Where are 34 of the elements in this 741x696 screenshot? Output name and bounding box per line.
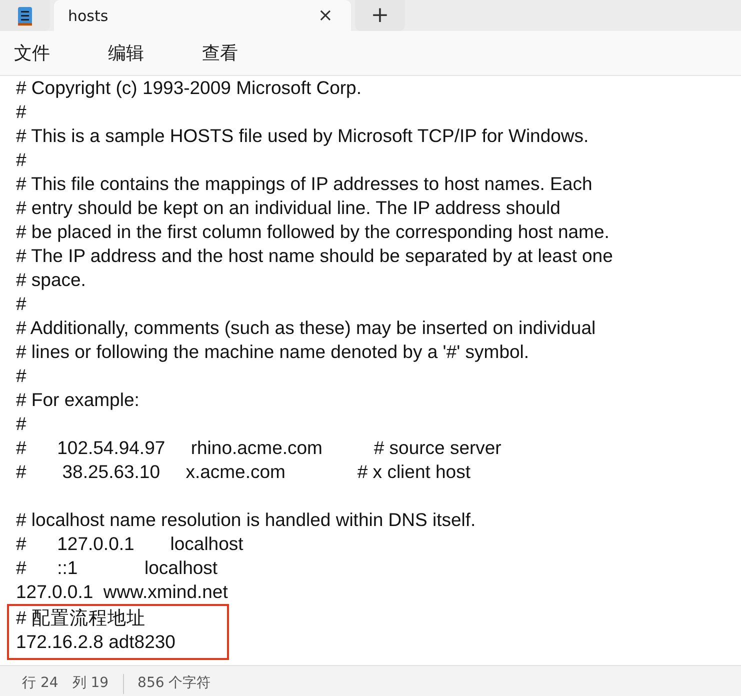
text-line: # The IP address and the host name should be separated by at least one — [16, 245, 613, 266]
text-line: # 38.25.63.10 x.acme.com # x client host — [16, 461, 470, 482]
text-line: # lines or following the machine name denoted by a '#' symbol. — [16, 341, 530, 362]
line-number: 行 24 — [22, 674, 58, 692]
tab-title: hosts — [68, 6, 110, 24]
text-line: # — [16, 413, 26, 434]
text-line: # 127.0.0.1 localhost — [16, 533, 244, 554]
text-line: # — [16, 149, 26, 170]
column-number: 列 19 — [72, 674, 109, 692]
new-tab-button[interactable]: + — [355, 0, 405, 31]
menu-item[interactable]: 文件 — [12, 41, 60, 65]
close-tab-button[interactable]: × — [314, 5, 337, 26]
text-line: 172.16.2.8 adt8230 — [16, 631, 176, 652]
text-line: # 配置流程地址 — [16, 607, 146, 628]
file-tab[interactable]: hosts × — [54, 0, 351, 31]
text-line: # entry should be kept on an individual line. The IP address should — [16, 197, 560, 218]
notepad-icon — [17, 6, 33, 26]
text-line: # be placed in the first column followed by the corresponding host name. — [16, 221, 610, 242]
text-line: # — [16, 101, 26, 122]
text-line: # This is a sample HOSTS file used by Microsoft TCP/IP for Windows. — [16, 125, 589, 146]
menu-item[interactable]: 编辑 — [106, 41, 154, 65]
menu-item[interactable]: 查看 — [200, 41, 248, 65]
character-count: 856 个字符 — [138, 674, 211, 692]
text-line: # localhost name resolution is handled within DNS itself. — [16, 509, 476, 530]
text-line: 127.0.0.1 www.xmind.net — [16, 581, 228, 602]
text-line: # For example: — [16, 389, 140, 410]
text-line: # 102.54.94.97 rhino.acme.com # source server — [16, 437, 502, 458]
text-line: # Additionally, comments (such as these) may be inserted on individual — [16, 317, 596, 338]
text-line: # This file contains the mappings of IP addresses to host names. Each — [16, 173, 592, 194]
text-line: # space. — [16, 269, 86, 290]
text-line: # — [16, 365, 26, 386]
text-line: # Copyright (c) 1993-2009 Microsoft Corp. — [16, 77, 362, 98]
text-line: # — [16, 293, 26, 314]
text-line: # ::1 localhost — [16, 557, 218, 578]
